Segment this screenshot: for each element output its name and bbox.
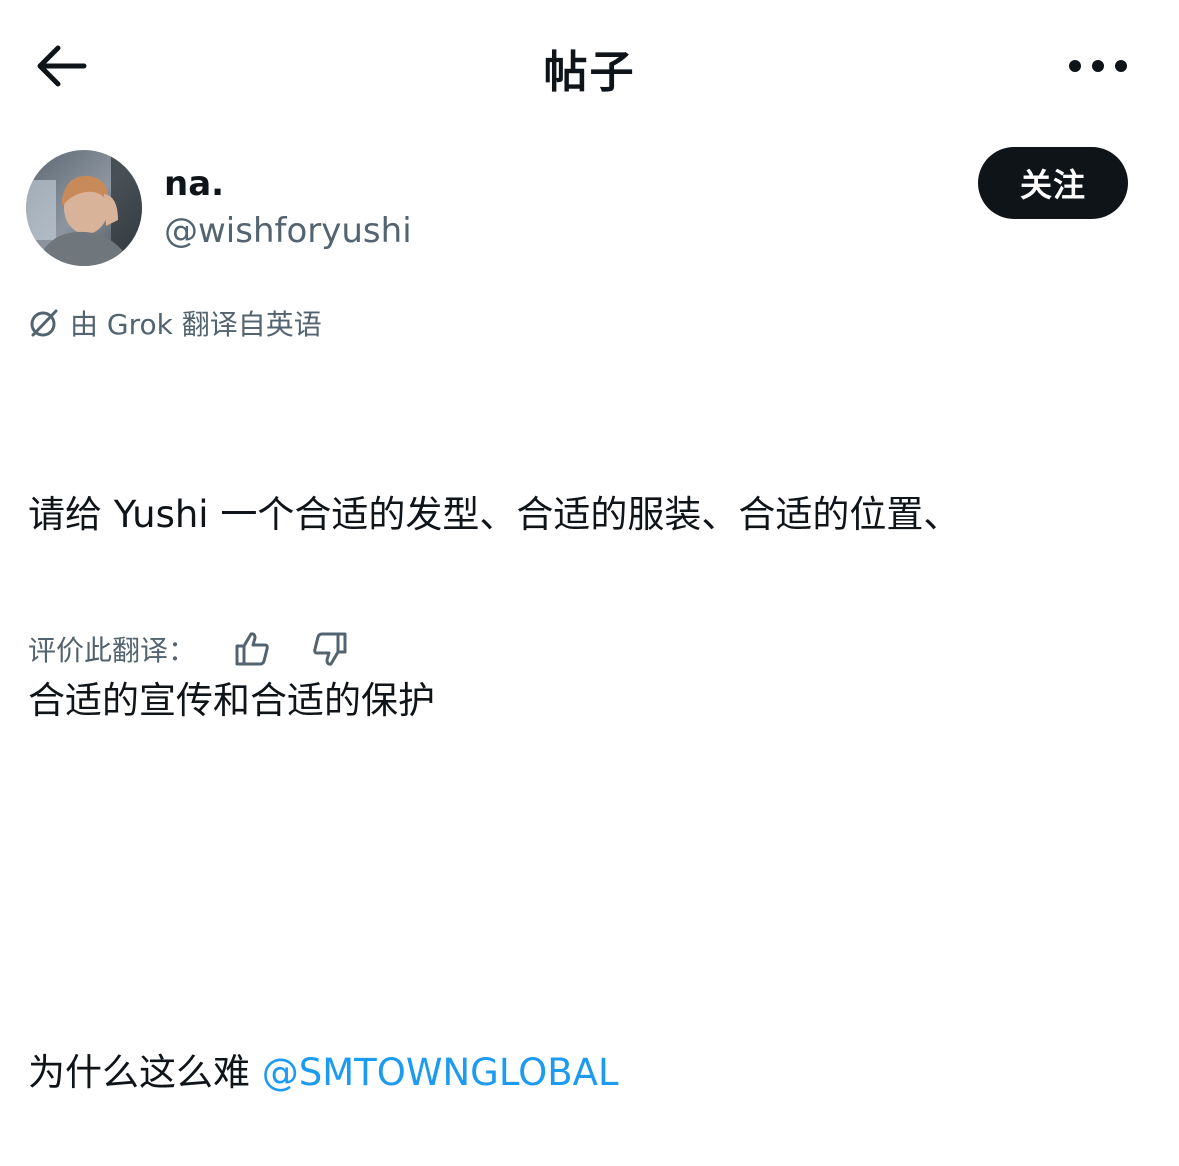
- post-line-3-text: 为什么这么难: [28, 1051, 262, 1094]
- rate-translation-label: 评价此翻译：: [28, 634, 197, 667]
- more-horizontal-icon: [1069, 60, 1127, 72]
- top-bar: 帖子: [0, 0, 1179, 130]
- post-line-3: 为什么这么难 @SMTOWNGLOBAL: [28, 1042, 1158, 1104]
- thumb-up-icon: [235, 632, 269, 666]
- translation-note: 由 Grok 翻译自英语: [28, 302, 322, 344]
- thumb-up-button[interactable]: [230, 627, 274, 671]
- user-handle[interactable]: @wishforyushi: [164, 208, 412, 254]
- post-line-1: 请给 Yushi 一个合适的发型、合适的服装、合适的位置、: [28, 493, 961, 536]
- grok-icon: [30, 309, 58, 337]
- post-blank-line: [28, 856, 1158, 918]
- follow-button[interactable]: 关注: [978, 147, 1128, 219]
- user-avatar: [26, 150, 142, 266]
- display-name[interactable]: na.: [164, 162, 224, 206]
- avatar[interactable]: [26, 150, 142, 266]
- thumb-down-icon: [313, 632, 347, 666]
- page-title: 帖子: [543, 47, 636, 98]
- post-text: 请给 Yushi 一个合适的发型、合适的服装、合适的位置、 合适的宣传和合适的保…: [28, 360, 1158, 1166]
- rate-translation-row: 评价此翻译：: [28, 624, 352, 674]
- thumb-down-button[interactable]: [308, 627, 352, 671]
- more-options-button[interactable]: [1058, 40, 1138, 92]
- mention-link[interactable]: @SMTOWNGLOBAL: [262, 1051, 619, 1094]
- post-line-2: 合适的宣传和合适的保护: [28, 679, 435, 722]
- translation-note-text: 由 Grok 翻译自英语: [70, 308, 322, 341]
